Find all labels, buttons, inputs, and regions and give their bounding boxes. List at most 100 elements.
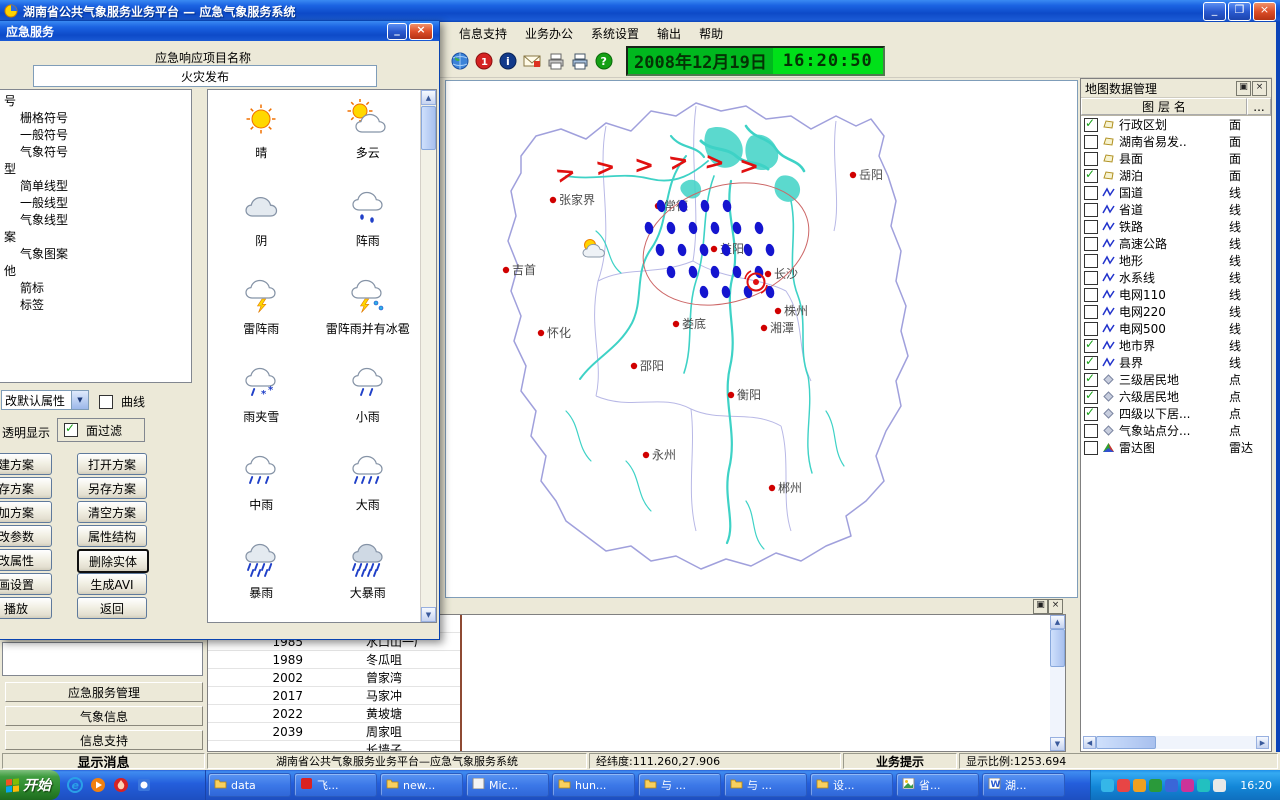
- qq-icon[interactable]: [135, 777, 152, 794]
- weather-symbol[interactable]: 阵雨: [315, 180, 422, 268]
- symbols-scrollbar[interactable]: ▲ ▼: [420, 90, 436, 622]
- weather-symbol[interactable]: 暴雨: [208, 532, 315, 620]
- close-icon[interactable]: ×: [1048, 599, 1063, 614]
- layer-row[interactable]: 地形线: [1081, 252, 1271, 269]
- taskbar-task-10[interactable]: W湖...: [982, 773, 1065, 797]
- layer-checkbox[interactable]: [1084, 203, 1098, 217]
- tray-im-icon[interactable]: [1117, 779, 1130, 792]
- layer-checkbox[interactable]: [1084, 407, 1098, 421]
- edit-params-button[interactable]: 改参数: [0, 525, 52, 547]
- map-canvas[interactable]: 岳阳张家界常德益阳长沙吉首娄底株州湘潭怀化邵阳衡阳永州郴州>>>>>>: [445, 80, 1078, 598]
- bulletin-icon[interactable]: 1: [472, 50, 495, 72]
- weather-symbol[interactable]: **雨夹雪: [208, 356, 315, 444]
- menu-item-1[interactable]: 信息支持: [450, 23, 516, 44]
- menu-item-5[interactable]: 帮助: [690, 23, 732, 44]
- start-button[interactable]: 开始: [0, 770, 60, 800]
- layer-row[interactable]: 气象站点分...点: [1081, 422, 1271, 439]
- scroll-up-icon[interactable]: ▲: [1050, 615, 1065, 629]
- tree-item[interactable]: 号: [0, 93, 191, 110]
- layer-row[interactable]: 湖南省易发..面: [1081, 133, 1271, 150]
- mail-icon[interactable]: [520, 50, 543, 72]
- scroll-left-icon[interactable]: ◀: [1083, 736, 1096, 749]
- layer-row[interactable]: 湖泊面: [1081, 167, 1271, 184]
- taskbar-task-3[interactable]: new...: [380, 773, 463, 797]
- layer-row[interactable]: 省道线: [1081, 201, 1271, 218]
- ie-icon[interactable]: e: [66, 777, 83, 794]
- layer-row[interactable]: 水系线线: [1081, 269, 1271, 286]
- layer-more-header[interactable]: ...: [1247, 98, 1271, 115]
- tray-antivirus-icon[interactable]: [1149, 779, 1162, 792]
- layer-row[interactable]: 县面面: [1081, 150, 1271, 167]
- attr-structure-button[interactable]: 属性结构: [77, 525, 147, 547]
- taskbar-task-1[interactable]: data: [208, 773, 291, 797]
- layer-checkbox[interactable]: [1084, 169, 1098, 183]
- info-icon[interactable]: i: [496, 50, 519, 72]
- print-icon[interactable]: [544, 50, 567, 72]
- save-as-plan-button[interactable]: 另存方案: [77, 477, 147, 499]
- tree-item[interactable]: 标签: [0, 297, 191, 314]
- layer-checkbox[interactable]: [1084, 271, 1098, 285]
- scroll-right-icon[interactable]: ▶: [1256, 736, 1269, 749]
- layer-checkbox[interactable]: [1084, 135, 1098, 149]
- layer-checkbox[interactable]: [1084, 322, 1098, 336]
- left-panel-listbox[interactable]: [2, 642, 203, 676]
- tree-item[interactable]: 他: [0, 263, 191, 280]
- face-filter-group[interactable]: 面过滤: [57, 418, 145, 442]
- default-attr-dropdown[interactable]: 改默认属性 ▼: [1, 390, 89, 410]
- taskbar-task-2[interactable]: 飞...: [294, 773, 377, 797]
- delete-entity-button[interactable]: 删除实体: [77, 549, 149, 573]
- layer-row[interactable]: 电网500线: [1081, 320, 1271, 337]
- weather-symbol[interactable]: 大暴雨: [315, 532, 422, 620]
- tree-item[interactable]: 一般符号: [0, 127, 191, 144]
- layer-checkbox[interactable]: [1084, 152, 1098, 166]
- table-row[interactable]: 2039周家咀: [208, 723, 460, 741]
- table-row[interactable]: 2017马家冲: [208, 687, 460, 705]
- curve-checkbox[interactable]: [99, 395, 113, 409]
- tree-item[interactable]: 案: [0, 229, 191, 246]
- layer-checkbox[interactable]: [1084, 339, 1098, 353]
- weather-info-button[interactable]: 气象信息: [5, 706, 203, 726]
- pin-icon[interactable]: ▣: [1033, 599, 1048, 614]
- help-icon[interactable]: ?: [592, 50, 615, 72]
- tree-item[interactable]: 气象线型: [0, 212, 191, 229]
- open-plan-button[interactable]: 打开方案: [77, 453, 147, 475]
- scroll-thumb[interactable]: [1050, 629, 1065, 667]
- new-plan-button[interactable]: 建方案: [0, 453, 52, 475]
- media-icon[interactable]: [89, 777, 106, 794]
- add-plan-button[interactable]: 加方案: [0, 501, 52, 523]
- taskbar-task-5[interactable]: hun...: [552, 773, 635, 797]
- close-icon[interactable]: ×: [1252, 81, 1267, 96]
- weather-symbol[interactable]: 大雨: [315, 444, 422, 532]
- tray-fetion-icon[interactable]: [1133, 779, 1146, 792]
- tree-item[interactable]: 栅格符号: [0, 110, 191, 127]
- tree-item[interactable]: 箭标: [0, 280, 191, 297]
- layer-row[interactable]: 高速公路线: [1081, 235, 1271, 252]
- play-button[interactable]: 播放: [0, 597, 52, 619]
- emergency-service-manage-button[interactable]: 应急服务管理: [5, 682, 203, 702]
- weather-symbol[interactable]: 小雨: [315, 356, 422, 444]
- layer-name-header[interactable]: 图 层 名: [1081, 98, 1247, 115]
- project-name-input[interactable]: [33, 65, 377, 87]
- taskbar-task-8[interactable]: 设...: [810, 773, 893, 797]
- layer-row[interactable]: 国道线: [1081, 184, 1271, 201]
- taskbar-task-7[interactable]: 与 ...: [724, 773, 807, 797]
- layer-checkbox[interactable]: [1084, 237, 1098, 251]
- tree-item[interactable]: 简单线型: [0, 178, 191, 195]
- symbol-category-tree[interactable]: 号栅格符号一般符号气象符号型简单线型一般线型气象线型案气象图案他箭标标签: [0, 89, 192, 383]
- tree-item[interactable]: 型: [0, 161, 191, 178]
- layer-checkbox[interactable]: [1084, 254, 1098, 268]
- taskbar-task-9[interactable]: 省...: [896, 773, 979, 797]
- layer-checkbox[interactable]: [1084, 373, 1098, 387]
- clear-plan-button[interactable]: 清空方案: [77, 501, 147, 523]
- fetion-icon[interactable]: [112, 777, 129, 794]
- tree-item[interactable]: 气象符号: [0, 144, 191, 161]
- minimize-button[interactable]: _: [387, 23, 407, 40]
- layer-row[interactable]: 三级居民地点: [1081, 371, 1271, 388]
- table-row[interactable]: 长墙子: [208, 741, 460, 751]
- layer-checkbox[interactable]: [1084, 356, 1098, 370]
- layer-checkbox[interactable]: [1084, 118, 1098, 132]
- scroll-up-icon[interactable]: ▲: [421, 90, 436, 105]
- save-plan-button[interactable]: 存方案: [0, 477, 52, 499]
- curve-checkbox-row[interactable]: 曲线: [99, 393, 145, 410]
- pin-icon[interactable]: ▣: [1236, 81, 1251, 96]
